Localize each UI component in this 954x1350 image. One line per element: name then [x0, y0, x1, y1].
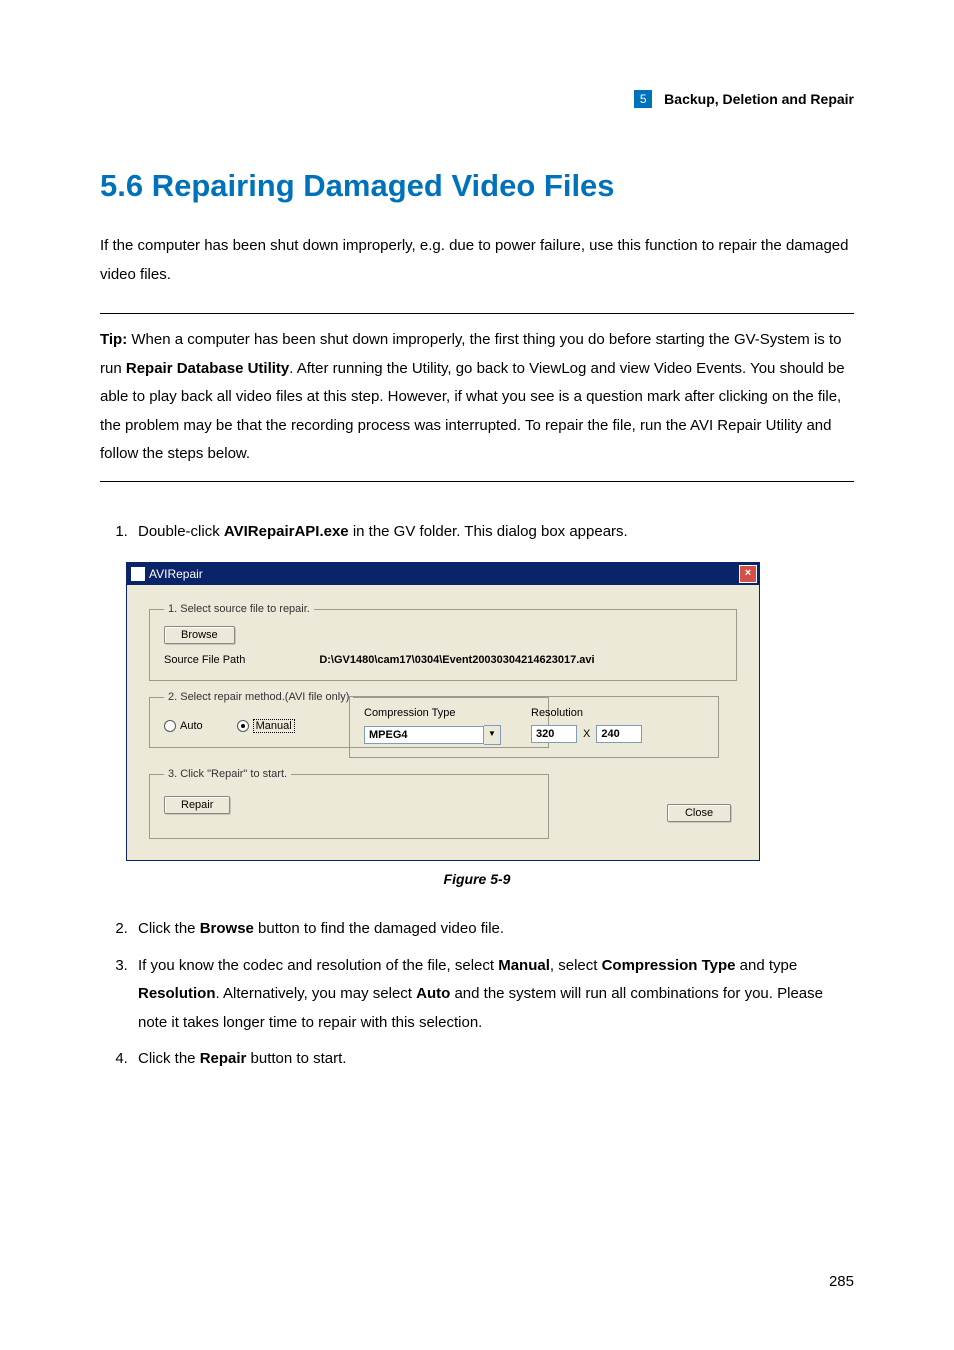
step-4: Click the Repair button to start. — [132, 1045, 854, 1074]
close-button[interactable]: Close — [667, 804, 731, 822]
figure-caption: Figure 5-9 — [100, 871, 854, 887]
dialog-title: AVIRepair — [149, 567, 203, 581]
step-2: Click the Browse button to find the dama… — [132, 915, 854, 944]
group3-legend: 3. Click "Repair" to start. — [164, 768, 291, 780]
chevron-down-icon[interactable]: ▼ — [484, 725, 501, 745]
tip-bold-1: Repair Database Utility — [126, 360, 289, 377]
source-path-label: Source File Path — [164, 654, 245, 666]
step4-post: button to start. — [246, 1050, 346, 1067]
step3-b2: Compression Type — [602, 957, 736, 974]
compression-label: Compression Type — [364, 707, 501, 719]
step2-post: button to find the damaged video file. — [254, 920, 504, 937]
resolution-height-input[interactable] — [596, 725, 642, 743]
radio-manual-label: Manual — [253, 719, 295, 733]
radio-manual[interactable]: Manual — [237, 719, 295, 733]
avirepair-dialog: AVIRepair × 1. Select source file to rep… — [126, 562, 760, 861]
radio-icon — [237, 720, 249, 732]
step4-pre: Click the — [138, 1050, 200, 1067]
step3-b3: Resolution — [138, 985, 216, 1002]
step3-t3: and type — [736, 957, 798, 974]
step1-post: in the GV folder. This dialog box appear… — [349, 523, 628, 540]
repair-button[interactable]: Repair — [164, 796, 230, 814]
close-icon[interactable]: × — [739, 565, 757, 583]
step1-pre: Double-click — [138, 523, 224, 540]
step3-b1: Manual — [498, 957, 550, 974]
compression-type-select[interactable] — [364, 726, 484, 744]
step3-t2: , select — [550, 957, 602, 974]
step-3: If you know the codec and resolution of … — [132, 952, 854, 1038]
step2-bold: Browse — [200, 920, 254, 937]
resolution-x: X — [583, 728, 590, 740]
resolution-width-input[interactable] — [531, 725, 577, 743]
step3-b4: Auto — [416, 985, 450, 1002]
page-title: 5.6 Repairing Damaged Video Files — [100, 168, 854, 204]
resolution-label: Resolution — [531, 707, 642, 719]
source-path-value: D:\GV1480\cam17\0304\Event20030304214623… — [319, 654, 594, 666]
page-number: 285 — [829, 1273, 854, 1290]
group-select-source: 1. Select source file to repair. Browse … — [149, 603, 737, 681]
chapter-header: 5 Backup, Deletion and Repair — [100, 90, 854, 108]
step-1: Double-click AVIRepairAPI.exe in the GV … — [132, 518, 854, 547]
chapter-number-badge: 5 — [634, 90, 652, 108]
chapter-title: Backup, Deletion and Repair — [664, 91, 854, 107]
step3-t1: If you know the codec and resolution of … — [138, 957, 498, 974]
dialog-title-bar: AVIRepair × — [127, 563, 759, 585]
group2-legend: 2. Select repair method.(AVI file only) — [164, 691, 353, 703]
app-icon — [131, 567, 145, 581]
radio-auto[interactable]: Auto — [164, 719, 203, 733]
radio-auto-label: Auto — [180, 720, 203, 732]
step4-bold: Repair — [200, 1050, 247, 1067]
group1-legend: 1. Select source file to repair. — [164, 603, 314, 615]
intro-paragraph: If the computer has been shut down impro… — [100, 232, 854, 289]
step1-bold: AVIRepairAPI.exe — [224, 523, 349, 540]
tip-label: Tip: — [100, 331, 127, 348]
radio-icon — [164, 720, 176, 732]
browse-button[interactable]: Browse — [164, 626, 235, 644]
step2-pre: Click the — [138, 920, 200, 937]
tip-box: Tip: When a computer has been shut down … — [100, 313, 854, 482]
step3-t4: . Alternatively, you may select — [216, 985, 417, 1002]
compression-settings: Compression Type ▼ Resolution X — [349, 696, 719, 758]
